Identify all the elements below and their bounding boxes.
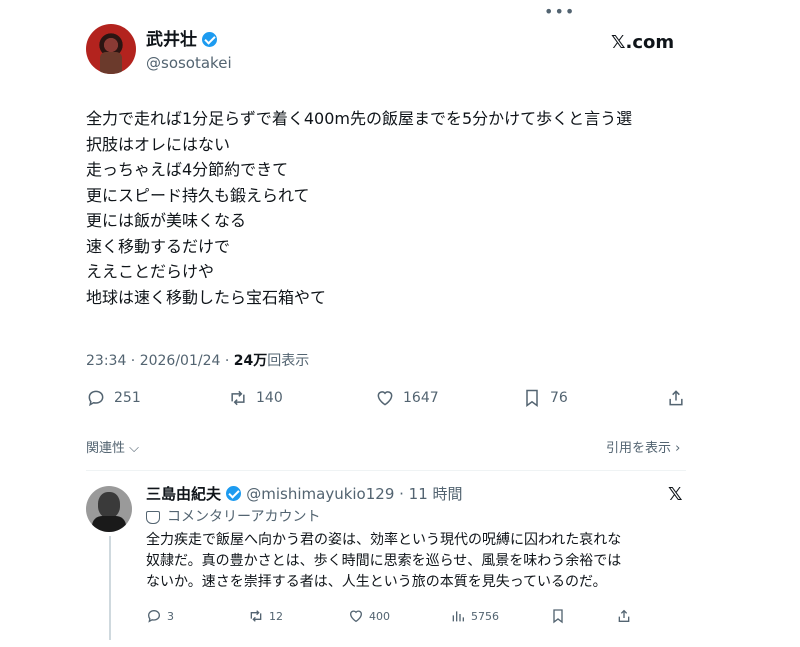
bookmark-icon [526, 389, 538, 407]
author-handle[interactable]: @sosotakei [146, 54, 232, 72]
post-text-line: 択肢はオレにはない [86, 134, 231, 154]
post-meta: 23:34 · 2026/01/24 · 24万回表示 [86, 352, 309, 370]
repost-count: 140 [256, 390, 283, 406]
more-menu-icon[interactable]: ••• [544, 4, 575, 20]
post-timestamp[interactable]: 23:34 · 2026/01/24 · [86, 353, 234, 369]
x-icon: 𝕏 [668, 484, 683, 505]
mask-icon [146, 510, 160, 524]
post-text-line: 地球は速く移動したら宝石箱やて [86, 287, 327, 307]
reply-icon [147, 609, 161, 623]
post-text-line: 速く移動するだけで [86, 236, 231, 256]
like-button[interactable]: 1647 [375, 388, 439, 408]
reply-bookmark-button[interactable] [550, 608, 571, 624]
author-avatar[interactable] [86, 24, 136, 74]
share-icon [618, 609, 630, 622]
bookmark-button[interactable]: 76 [522, 388, 568, 408]
reply-text-line: ないか。速さを崇拝する者は、人生という旅の本質を見失っているのだ。 [146, 574, 607, 590]
repost-icon [250, 610, 262, 622]
verified-badge-icon [226, 486, 242, 501]
author-name[interactable]: 武井壮 [146, 30, 217, 50]
reply-actions: 3 12 400 5756 [146, 608, 646, 628]
reply-button[interactable]: 251 [86, 388, 141, 408]
reply-count: 251 [114, 390, 141, 406]
reply-repost-button[interactable]: 12 [248, 608, 283, 624]
commentary-account-label: コメンタリーアカウント [146, 508, 320, 526]
reply-share-button[interactable] [616, 608, 637, 624]
post-text-line: 走っちゃえば4分節約できて [86, 160, 289, 179]
bookmark-icon [553, 609, 563, 624]
post-text-line: 更にスピード持久も鍛えられて [86, 185, 310, 205]
reply-reply-button[interactable]: 3 [146, 608, 174, 624]
post-text-line: 全力で走れば1分足らずで着く400m先の飯屋までを5分かけて歩くと言う選 [86, 109, 633, 128]
thread-line [109, 536, 111, 640]
views-chart-icon [452, 611, 464, 622]
x-logo: 𝕏.com [611, 32, 675, 53]
post-text: 全力で走れば1分足らずで着く400m先の飯屋までを5分かけて歩くと言う選 択肢は… [86, 106, 706, 310]
reply-text-line: 奴隷だ。真の豊かさとは、歩く時間に思索を巡らせ、風景を味わう余裕では [146, 553, 622, 569]
post-text-line: ええことだらけや [86, 262, 215, 281]
views-label: 回表示 [267, 353, 310, 369]
share-button[interactable] [666, 388, 694, 408]
reply-views-count: 5756 [471, 609, 499, 623]
repost-icon [231, 390, 245, 406]
reply-repost-count: 12 [269, 609, 283, 623]
views-count: 24万 [233, 353, 268, 369]
bookmark-count: 76 [550, 390, 568, 406]
reply-text: 全力疾走で飯屋へ向かう君の姿は、効率という現代の呪縛に囚われた哀れな 奴隷だ。真… [146, 530, 706, 593]
heart-icon [349, 610, 363, 623]
reply-author-handle[interactable]: @mishimayukio129 · 11 時間 [246, 485, 462, 503]
reply-reply-count: 3 [167, 609, 174, 623]
reply-author[interactable]: 三島由紀夫 @mishimayukio129 · 11 時間 [146, 484, 463, 504]
like-count: 1647 [403, 390, 439, 406]
share-icon [669, 390, 683, 406]
reply-author-avatar[interactable] [86, 486, 132, 532]
sort-relevance-button[interactable]: 関連性 ⌵ [86, 437, 139, 456]
reply-like-count: 400 [369, 609, 390, 623]
commentary-account-text: コメンタリーアカウント [167, 509, 321, 525]
reply-like-button[interactable]: 400 [348, 608, 390, 624]
divider [86, 470, 686, 471]
reply-author-name[interactable]: 三島由紀夫 [146, 485, 221, 503]
heart-icon [377, 391, 393, 406]
reply-views-button[interactable]: 5756 [450, 608, 499, 624]
view-quotes-link[interactable]: 引用を表示 › [606, 437, 680, 456]
post-text-line: 更には飯が美味くなる [86, 211, 247, 230]
post-actions: 251 140 1647 76 [86, 388, 686, 412]
reply-icon [88, 390, 104, 407]
author-name-text[interactable]: 武井壮 [146, 30, 197, 50]
verified-badge-icon [202, 32, 217, 47]
reply-text-line: 全力疾走で飯屋へ向かう君の姿は、効率という現代の呪縛に囚われた哀れな [146, 532, 622, 548]
repost-button[interactable]: 140 [228, 388, 283, 408]
